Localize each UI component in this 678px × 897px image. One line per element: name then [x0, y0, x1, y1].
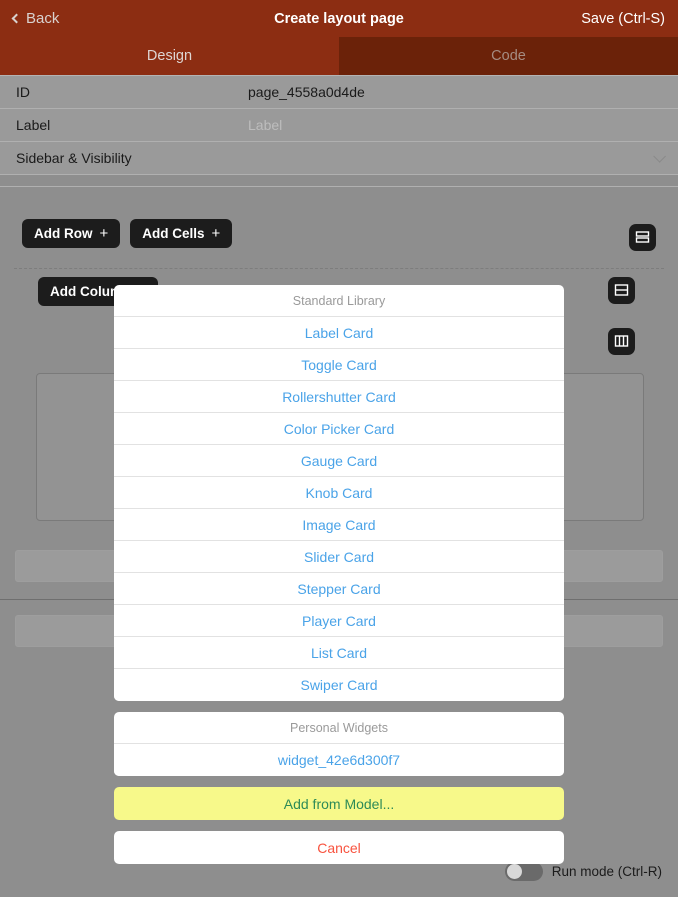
page-title: Create layout page — [274, 10, 404, 27]
property-label-sidebar-visibility: Sidebar & Visibility — [16, 150, 132, 166]
sheet-item-player-card[interactable]: Player Card — [114, 605, 564, 637]
property-label-label: Label — [16, 117, 51, 133]
sheet-item-rollershutter-card[interactable]: Rollershutter Card — [114, 381, 564, 413]
sheet-item-personal-widget[interactable]: widget_42e6d300f7 — [114, 744, 564, 776]
sheet-item-image-card[interactable]: Image Card — [114, 509, 564, 541]
rows-icon — [635, 231, 650, 243]
run-mode-label: Run mode (Ctrl-R) — [551, 864, 662, 879]
add-row-button[interactable]: Add Row + — [22, 219, 121, 248]
personal-widgets-group: Personal Widgets widget_42e6d300f7 — [114, 712, 564, 776]
sheet-item-stepper-card[interactable]: Stepper Card — [114, 573, 564, 605]
property-label-id: ID — [16, 84, 30, 100]
split-vertical-button[interactable] — [608, 328, 635, 355]
back-button-label: Back — [26, 10, 60, 27]
cancel-button[interactable]: Cancel — [114, 831, 564, 864]
personal-widgets-header: Personal Widgets — [114, 712, 564, 744]
split-horizontal-icon — [614, 284, 629, 296]
add-cells-button[interactable]: Add Cells + — [130, 219, 233, 248]
sheet-item-swiper-card[interactable]: Swiper Card — [114, 669, 564, 701]
property-row-sidebar-visibility[interactable]: Sidebar & Visibility — [0, 142, 678, 175]
sheet-item-list-card[interactable]: List Card — [114, 637, 564, 669]
plus-icon: + — [211, 225, 221, 242]
property-row-id: ID page_4558a0d4de — [0, 76, 678, 109]
sheet-item-slider-card[interactable]: Slider Card — [114, 541, 564, 573]
columns-icon — [614, 335, 629, 347]
title-bar: Back Create layout page Save (Ctrl-S) — [0, 0, 678, 37]
add-row-label: Add Row — [34, 226, 93, 241]
chevron-down-icon — [653, 149, 666, 163]
sheet-item-knob-card[interactable]: Knob Card — [114, 477, 564, 509]
tab-bar: Design Code — [0, 37, 678, 75]
sheet-item-label-card[interactable]: Label Card — [114, 317, 564, 349]
plus-icon: + — [99, 225, 109, 242]
save-button[interactable]: Save (Ctrl-S) — [581, 11, 665, 27]
add-widget-action-sheet: Standard Library Label Card Toggle Card … — [114, 285, 564, 864]
form-spacer — [0, 175, 678, 187]
split-horizontal-button[interactable] — [608, 277, 635, 304]
property-row-label: Label Label — [0, 109, 678, 142]
add-from-model-button[interactable]: Add from Model... — [114, 787, 564, 820]
canvas-toolbar: Add Row + Add Cells + — [22, 219, 233, 248]
sheet-spacer — [114, 701, 564, 712]
sheet-spacer — [114, 776, 564, 787]
sheet-item-gauge-card[interactable]: Gauge Card — [114, 445, 564, 477]
row-divider — [14, 268, 664, 269]
sheet-item-color-picker-card[interactable]: Color Picker Card — [114, 413, 564, 445]
app-root: Back Create layout page Save (Ctrl-S) De… — [0, 0, 678, 897]
row-layout-button[interactable] — [629, 224, 656, 251]
standard-library-header: Standard Library — [114, 285, 564, 317]
sheet-item-toggle-card[interactable]: Toggle Card — [114, 349, 564, 381]
toggle-knob — [506, 864, 522, 879]
standard-library-group: Standard Library Label Card Toggle Card … — [114, 285, 564, 701]
run-mode-toggle[interactable] — [504, 862, 543, 881]
label-input[interactable]: Label — [248, 117, 282, 133]
tab-design[interactable]: Design — [0, 37, 339, 75]
sheet-spacer — [114, 820, 564, 831]
properties-form: ID page_4558a0d4de Label Label Sidebar &… — [0, 75, 678, 187]
property-value-id[interactable]: page_4558a0d4de — [248, 84, 365, 100]
add-cells-label: Add Cells — [142, 226, 205, 241]
back-button[interactable]: Back — [11, 10, 60, 27]
chevron-left-icon — [11, 13, 22, 24]
tab-code[interactable]: Code — [339, 37, 678, 75]
run-mode-control: Run mode (Ctrl-R) — [504, 862, 662, 881]
